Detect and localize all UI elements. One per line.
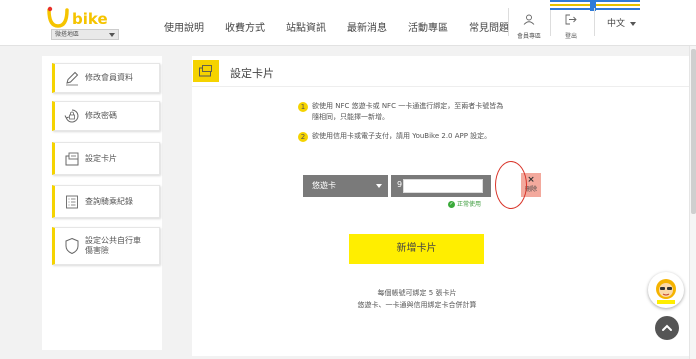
card-icon [193, 60, 219, 82]
sidebar-item-label-line2: 傷害險 [85, 246, 109, 255]
card-number-prefix: 9 [397, 180, 403, 189]
scrollbar-thumb[interactable] [691, 49, 696, 214]
sidebar-item-change-password[interactable]: 修改密碼 [52, 101, 160, 131]
nav-fees[interactable]: 收費方式 [225, 19, 265, 34]
language-value: 中文 [607, 19, 626, 29]
note-text: 欲使用信用卡或電子支付，請用 YouBike 2.0 APP 設定。 [312, 132, 492, 140]
site-header: bike 微搭地區 使用說明 收費方式 站點資訊 最新消息 活動專區 常見問題 … [0, 0, 696, 46]
sidebar-item-label: 設定公共自行車 傷害險 [85, 236, 141, 256]
chevron-down-icon [376, 184, 382, 188]
mascot-icon [656, 279, 676, 304]
card-limit-note: 每個帳號可綁定 5 張卡片 悠遊卡、一卡通與信用綁定卡合併計算 [292, 287, 542, 311]
nav-news[interactable]: 最新消息 [347, 19, 387, 34]
region-value: 微搭地區 [55, 31, 80, 38]
sidebar-item-insurance[interactable]: 設定公共自行車 傷害險 [52, 227, 160, 265]
pencil-icon [59, 70, 85, 86]
limit-line-1: 每個帳號可綁定 5 張卡片 [377, 289, 457, 297]
chevron-down-icon [109, 33, 115, 37]
nav-events[interactable]: 活動專區 [408, 19, 448, 34]
member-sidebar: 修改會員資料 修改密碼 設定卡片 查詢騎乘紀錄 設定公共自行車 傷害險 [42, 56, 162, 350]
note-text: 隨相同，只能擇一新增。 [312, 113, 389, 121]
card-status: ✓ 正常使用 [448, 199, 481, 208]
note-item: 1 欲使用 NFC 悠遊卡或 NFC 一卡通進行綁定，至兩者卡號皆為 隨相同，只… [298, 101, 548, 123]
back-to-top-button[interactable] [655, 316, 679, 340]
card-number-field[interactable]: 9 [391, 175, 491, 197]
mascot-chat-button[interactable] [648, 272, 684, 308]
sidebar-item-edit-profile[interactable]: 修改會員資料 [52, 63, 160, 93]
nav-stations[interactable]: 站點資訊 [286, 19, 326, 34]
sidebar-item-label-line1: 設定公共自行車 [85, 236, 141, 245]
delete-label: 刪除 [524, 186, 537, 193]
user-icon [523, 14, 535, 25]
member-area-link[interactable]: 會員專區 [512, 10, 546, 40]
main-nav: 使用說明 收費方式 站點資訊 最新消息 活動專區 常見問題 [164, 19, 509, 34]
ubike-logo[interactable]: bike [46, 6, 126, 30]
note-item: 2 欲使用信用卡或電子支付，請用 YouBike 2.0 APP 設定。 [298, 131, 548, 142]
divider [594, 8, 595, 36]
chevron-up-icon [662, 324, 672, 331]
card-icon [59, 151, 85, 167]
card-type-value: 悠遊卡 [312, 181, 336, 190]
page-scrollbar[interactable] [689, 46, 696, 359]
panel-header: 設定卡片 [192, 56, 689, 87]
card-settings-panel: 設定卡片 1 欲使用 NFC 悠遊卡或 NFC 一卡通進行綁定，至兩者卡號皆為 … [192, 56, 689, 356]
sidebar-item-label: 查詢騎乘紀錄 [85, 196, 133, 206]
member-label: 會員專區 [516, 33, 541, 40]
notes-list: 1 欲使用 NFC 悠遊卡或 NFC 一卡通進行綁定，至兩者卡號皆為 隨相同，只… [298, 101, 548, 150]
close-icon: × [527, 175, 535, 185]
list-icon [59, 194, 85, 210]
card-type-select[interactable]: 悠遊卡 [303, 175, 388, 197]
shield-icon [59, 237, 85, 255]
language-select[interactable]: 中文 [607, 16, 637, 29]
svg-text:bike: bike [72, 10, 108, 28]
divider [550, 8, 551, 36]
logout-link[interactable]: 登出 [556, 10, 586, 40]
limit-line-2: 悠遊卡、一卡通與信用綁定卡合併計算 [357, 301, 477, 309]
divider [508, 8, 509, 36]
note-text: 欲使用 NFC 悠遊卡或 NFC 一卡通進行綁定，至兩者卡號皆為 [312, 102, 504, 110]
sidebar-item-ride-history[interactable]: 查詢騎乘紀錄 [52, 185, 160, 218]
status-text: 正常使用 [457, 201, 482, 208]
sidebar-item-card-settings[interactable]: 設定卡片 [52, 142, 160, 175]
note-number-badge: 1 [298, 102, 308, 112]
sidebar-item-label: 修改會員資料 [85, 73, 133, 82]
sidebar-item-label: 修改密碼 [85, 111, 117, 120]
chevron-down-icon [630, 21, 637, 26]
lock-refresh-icon [59, 108, 85, 124]
logout-label: 登出 [564, 33, 577, 40]
note-number-badge: 2 [298, 132, 308, 142]
logout-icon [565, 14, 577, 25]
check-icon: ✓ [448, 201, 455, 208]
nav-usage[interactable]: 使用說明 [164, 19, 204, 34]
nav-faq[interactable]: 常見問題 [469, 19, 509, 34]
sidebar-item-label: 設定卡片 [85, 153, 117, 163]
card-number-input[interactable] [403, 179, 483, 193]
add-card-button[interactable]: 新增卡片 [349, 234, 484, 264]
page-title: 設定卡片 [230, 67, 274, 80]
delete-card-button[interactable]: × 刪除 [521, 173, 541, 197]
region-select[interactable]: 微搭地區 [51, 29, 119, 40]
